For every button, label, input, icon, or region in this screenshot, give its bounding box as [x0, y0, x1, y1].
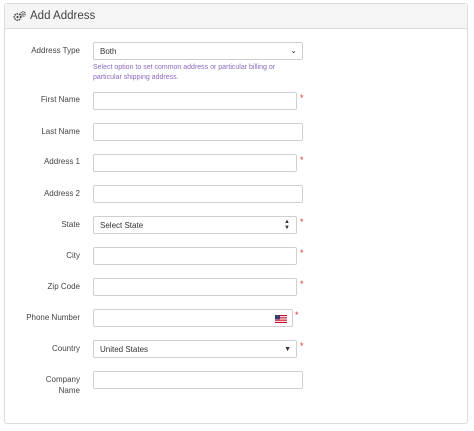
page-title: Add Address: [30, 10, 96, 22]
company-name-label: Company Name: [45, 375, 80, 395]
country-label: Country: [51, 344, 80, 353]
us-flag-icon[interactable]: [275, 315, 287, 323]
address-type-help: Select option to set common address or p…: [93, 64, 276, 81]
required-marker: *: [300, 279, 304, 289]
sort-arrows-icon: ▲ ▼: [284, 219, 290, 231]
panel-header: Add Address: [5, 4, 467, 29]
phone-label: Phone Number: [26, 313, 80, 322]
first-name-input[interactable]: [93, 92, 297, 110]
chevron-down-icon: ⌄: [290, 46, 297, 55]
address1-input[interactable]: [93, 154, 297, 172]
address2-label: Address 2: [43, 189, 80, 198]
phone-input[interactable]: [93, 309, 293, 327]
city-label: City: [66, 251, 80, 260]
country-select[interactable]: United States ▼: [93, 340, 297, 358]
required-marker: *: [295, 310, 299, 320]
zip-label: Zip Code: [47, 282, 80, 291]
address1-label: Address 1: [43, 157, 80, 166]
address-type-label: Address Type: [31, 46, 80, 55]
state-label: State: [61, 220, 80, 229]
zip-input[interactable]: [93, 278, 297, 296]
last-name-input[interactable]: [93, 123, 303, 141]
required-marker: *: [300, 155, 304, 165]
required-marker: *: [300, 341, 304, 351]
state-value: Select State: [100, 220, 144, 230]
cogs-icon: [13, 10, 26, 21]
required-marker: *: [300, 248, 304, 258]
required-marker: *: [300, 217, 304, 227]
required-marker: *: [300, 93, 304, 103]
add-address-panel: Add Address Address Type Both ⌄ Select o…: [4, 3, 468, 424]
first-name-label: First Name: [40, 95, 80, 104]
city-input[interactable]: [93, 247, 297, 265]
address-type-value: Both: [100, 46, 117, 56]
state-select[interactable]: Select State ▲ ▼: [93, 216, 297, 234]
last-name-label: Last Name: [41, 127, 80, 136]
address2-input[interactable]: [93, 185, 303, 203]
caret-down-icon: ▼: [284, 346, 291, 353]
country-value: United States: [100, 344, 149, 354]
company-name-input[interactable]: [93, 371, 303, 389]
address-type-select[interactable]: Both ⌄: [93, 42, 303, 60]
